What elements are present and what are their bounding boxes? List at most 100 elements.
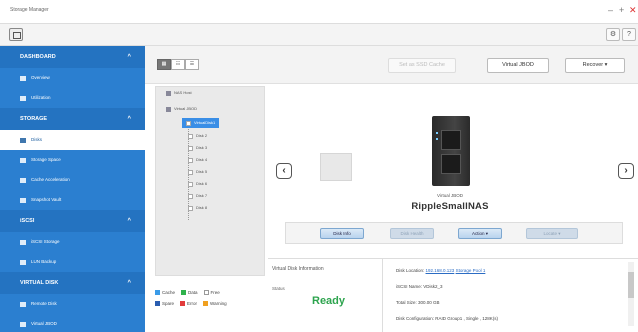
chevron-up-icon: ^ — [127, 218, 131, 224]
chevron-up-icon: ^ — [127, 54, 131, 60]
cache-swatch — [155, 290, 160, 295]
sidebar-item-iscsi-storage[interactable]: iSCSI Storage — [0, 232, 145, 252]
next-arrow-icon[interactable]: › — [618, 163, 634, 179]
sidebar-item-disks[interactable]: Disks — [0, 130, 145, 150]
window-titlebar: Storage Manager – + ✕ — [0, 0, 638, 24]
sidebar-heading-storage[interactable]: STORAGE ^ — [0, 108, 145, 130]
disk-info-button[interactable]: Disk Info — [320, 228, 364, 239]
drive-slot — [441, 154, 461, 174]
sidebar: DASHBOARD ^ Overview Utilization STORAGE ^… — [0, 46, 145, 332]
status-panel: Virtual Disk Information Status Ready — [268, 259, 383, 332]
tree-node-selected[interactable]: VirtualDisk1 — [182, 118, 220, 128]
scrollbar-thumb[interactable] — [628, 272, 634, 298]
legend-item: Free — [203, 290, 220, 295]
sidebar-item-remote-disk[interactable]: Remote Disk — [0, 294, 145, 314]
tree-node[interactable]: Virtual JBOD — [166, 104, 197, 114]
window-title: Storage Manager — [10, 7, 49, 13]
disk-location-ip-link[interactable]: 192.168.0.123 — [426, 268, 455, 273]
data-swatch — [181, 290, 187, 295]
utilization-icon — [20, 95, 26, 101]
sidebar-item-utilization[interactable]: Utilization — [0, 88, 145, 108]
tree-node[interactable]: Disk 7 — [188, 191, 207, 201]
maximize-button[interactable]: + — [619, 5, 624, 15]
tree-node[interactable]: NAS Host — [166, 88, 192, 98]
disk-icon — [188, 181, 193, 187]
sidebar-item-overview[interactable]: Overview — [0, 68, 145, 88]
disk-health-button[interactable]: Disk Health — [390, 228, 434, 239]
grid-view-button[interactable]: ▦ — [157, 59, 171, 70]
sidebar-heading-dashboard[interactable]: DASHBOARD ^ — [0, 46, 145, 68]
legend-item: Cache — [155, 290, 175, 295]
disk-icon — [186, 120, 191, 126]
device-subtitle: Virtual JBOD — [437, 193, 463, 198]
legend-item: Data — [181, 290, 198, 295]
jbod-icon — [20, 321, 26, 327]
status-value: Ready — [312, 295, 346, 307]
set-ssd-cache-button[interactable]: Set as SSD Cache — [388, 58, 456, 73]
info-scrollbar[interactable] — [628, 262, 634, 326]
recover-button[interactable]: Recover ▾ — [565, 58, 625, 73]
prev-arrow-icon[interactable]: ‹ — [276, 163, 292, 179]
action-button[interactable]: Action ▾ — [458, 228, 502, 239]
list-view-button[interactable]: ☰ — [185, 59, 199, 70]
tree-node[interactable]: Disk 6 — [188, 179, 207, 189]
sidebar-item-virtual-jbod[interactable]: Virtual JBOD — [0, 314, 145, 332]
sidebar-item-cache-acceleration[interactable]: Cache Acceleration — [0, 170, 145, 190]
disk-icon — [188, 145, 193, 151]
legend-item: Error — [180, 301, 197, 306]
remote-disk-icon — [20, 301, 26, 307]
iscsi-name: iSCSI Name: VDisk2_3 — [396, 284, 443, 289]
disk-icon — [188, 157, 193, 163]
tree-node[interactable]: Disk 8 — [188, 203, 207, 213]
storage-pool-link[interactable]: Storage Pool 1 — [456, 268, 486, 273]
disk-icon — [188, 169, 193, 175]
virtual-jbod-button[interactable]: Virtual JBOD — [487, 58, 549, 73]
tree-node[interactable]: Disk 3 — [188, 143, 207, 153]
legend: Cache Data Free Spare Error Warning — [155, 290, 270, 312]
info-details: Disk Location: 192.168.0.123 Storage Poo… — [396, 265, 628, 329]
status-led — [436, 138, 438, 140]
action-bar: Disk Info Disk Health Action ▾ Locate ▾ — [285, 222, 623, 244]
help-icon[interactable]: ? — [622, 28, 636, 41]
backup-icon — [20, 259, 26, 265]
snapshot-icon — [20, 197, 26, 203]
sidebar-item-snapshot-vault[interactable]: Snapshot Vault — [0, 190, 145, 210]
locate-button[interactable]: Locate ▾ — [526, 228, 578, 239]
device-name: RippleSmallNAS — [411, 201, 489, 212]
disk-tree — [155, 86, 265, 276]
tree-node[interactable]: Disk 4 — [188, 155, 207, 165]
gear-icon[interactable]: ⚙ — [606, 28, 620, 41]
warning-swatch — [203, 301, 209, 306]
disk-icon — [20, 137, 26, 143]
sidebar-heading-iscsi[interactable]: iSCSI ^ — [0, 210, 145, 232]
content-toolbar: ▦ ☷ ☰ Set as SSD Cache Virtual JBOD Reco… — [145, 46, 638, 84]
legend-item: Warning — [203, 301, 227, 306]
free-swatch — [203, 290, 209, 295]
close-button[interactable]: ✕ — [629, 5, 637, 16]
cache-icon — [20, 177, 26, 183]
status-label: Status — [272, 286, 285, 291]
chevron-up-icon: ^ — [127, 280, 131, 286]
info-header: Virtual Disk Information — [272, 266, 324, 272]
nas-device-image — [432, 116, 470, 186]
home-icon[interactable] — [9, 28, 23, 41]
legend-item: Spare — [155, 301, 174, 306]
storage-space-icon — [20, 157, 26, 163]
virtual-disk-info: Virtual Disk Information Status Ready Di… — [268, 258, 638, 332]
view-switcher: ▦ ☷ ☰ — [157, 59, 199, 70]
chevron-up-icon: ^ — [127, 116, 131, 122]
drive-slot — [441, 130, 461, 150]
status-led — [436, 132, 438, 134]
sidebar-heading-virtual-disk[interactable]: VIRTUAL DISK ^ — [0, 272, 145, 294]
total-size: Total Size: 300.00 GB — [396, 300, 440, 305]
tree-node[interactable]: Disk 2 — [188, 131, 207, 141]
overview-icon — [20, 75, 26, 81]
tree-node[interactable]: Disk 5 — [188, 167, 207, 177]
app-toolbar: ⚙ ? — [0, 24, 638, 46]
minimize-button[interactable]: – — [608, 5, 613, 15]
spare-swatch — [155, 301, 160, 306]
tile-view-button[interactable]: ☷ — [171, 59, 185, 70]
sidebar-item-lun-backup[interactable]: LUN Backup — [0, 252, 145, 272]
sidebar-item-storage-space[interactable]: Storage Space — [0, 150, 145, 170]
disk-placeholder — [320, 153, 352, 181]
